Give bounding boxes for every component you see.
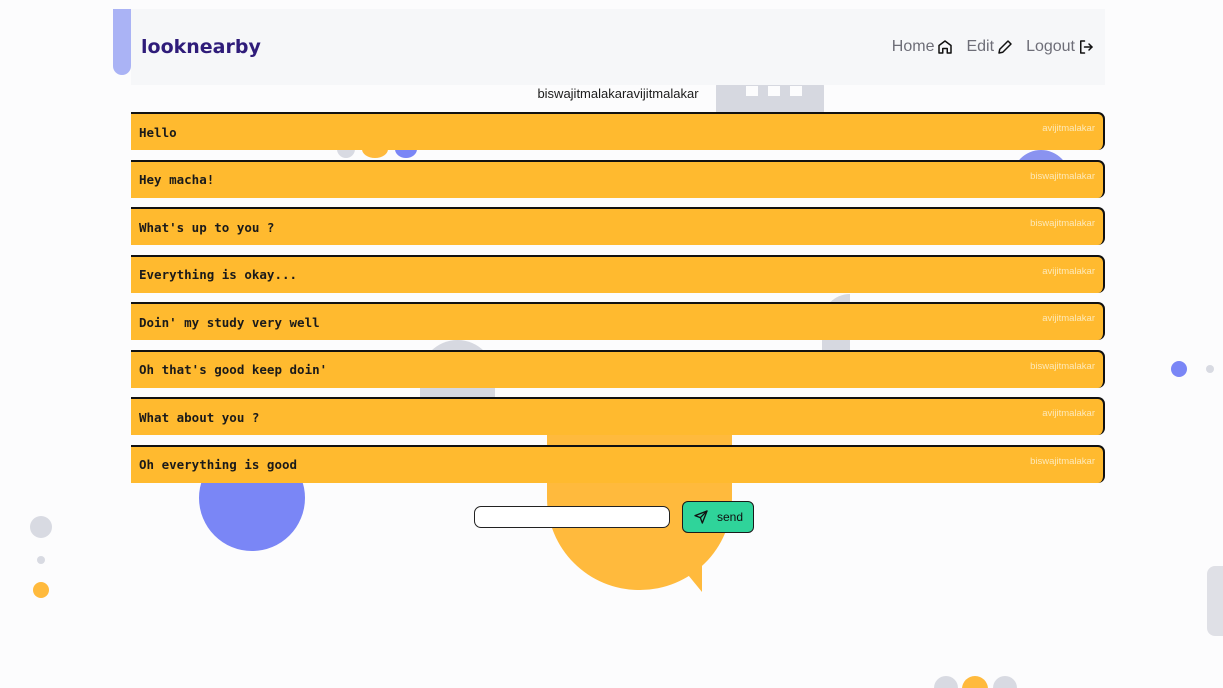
nav-logout-label: Logout	[1026, 38, 1075, 55]
message-text: Hey macha!	[139, 172, 215, 187]
brand-logo[interactable]: looknearby	[141, 36, 261, 58]
message-sender: avijitmalakar	[1042, 123, 1095, 134]
nav-links: Home Edit Logout	[892, 38, 1095, 56]
nav-edit-link[interactable]: Edit	[966, 38, 1014, 56]
message-item: What about you ? avijitmalakar	[131, 397, 1105, 435]
nav-edit-label: Edit	[966, 38, 995, 55]
send-icon	[694, 510, 708, 524]
message-text: Everything is okay...	[139, 267, 298, 282]
pencil-icon	[998, 40, 1012, 54]
side-tab	[1207, 566, 1223, 636]
brand-accent-bar	[113, 9, 131, 75]
message-item: Doin' my study very well avijitmalakar	[131, 302, 1105, 340]
chat-title: biswajitmalakaravijitmalakar	[537, 86, 699, 101]
message-sender: biswajitmalakar	[1030, 218, 1095, 229]
message-sender: biswajitmalakar	[1030, 170, 1095, 182]
message-sender: avijitmalakar	[1042, 265, 1095, 277]
message-text: Hello	[139, 124, 177, 140]
message-text: Oh everything is good	[139, 457, 298, 472]
message-text: What about you ?	[139, 409, 260, 425]
message-sender: avijitmalakar	[1042, 313, 1095, 324]
message-text: Doin' my study very well	[139, 314, 320, 330]
decorative-dot	[33, 582, 49, 598]
nav-logout-link[interactable]: Logout	[1026, 38, 1095, 56]
page: looknearby Home Edit Logout biswajitmala…	[0, 0, 1223, 688]
message-item: What's up to you ? biswajitmalakar	[131, 207, 1105, 245]
decorative-dot	[962, 676, 988, 688]
logout-icon	[1080, 40, 1093, 54]
message-text: What's up to you ?	[139, 219, 275, 235]
message-text: Oh that's good keep doin'	[139, 362, 328, 377]
message-item: Hello avijitmalakar	[131, 112, 1105, 150]
decorative-dot	[934, 676, 958, 688]
message-item: Oh that's good keep doin' biswajitmalaka…	[131, 349, 1105, 388]
decorative-dot	[1171, 361, 1187, 377]
nav-home-label: Home	[891, 38, 935, 55]
decorative-dot	[37, 556, 45, 564]
send-button-label: send	[716, 510, 744, 524]
message-composer: send	[474, 501, 754, 533]
message-item: Oh everything is good biswajitmalakar	[131, 444, 1105, 483]
message-input[interactable]	[474, 506, 670, 528]
navbar: looknearby Home Edit Logout	[131, 9, 1105, 85]
message-sender: biswajitmalakar	[1030, 455, 1095, 467]
message-item: Hey macha! biswajitmalakar	[131, 159, 1105, 198]
decorative-speech-bubble-tail	[666, 548, 702, 592]
send-button[interactable]: send	[682, 501, 754, 533]
home-icon	[938, 40, 953, 54]
decorative-dot	[993, 676, 1017, 688]
decorative-dot	[1206, 365, 1214, 373]
message-sender: biswajitmalakar	[1030, 360, 1095, 372]
message-list: Hello avijitmalakar Hey macha! biswajitm…	[131, 112, 1105, 492]
message-sender: avijitmalakar	[1042, 408, 1095, 419]
message-item: Everything is okay... avijitmalakar	[131, 254, 1105, 293]
decorative-dot	[30, 516, 52, 538]
nav-home-link[interactable]: Home	[892, 38, 955, 56]
